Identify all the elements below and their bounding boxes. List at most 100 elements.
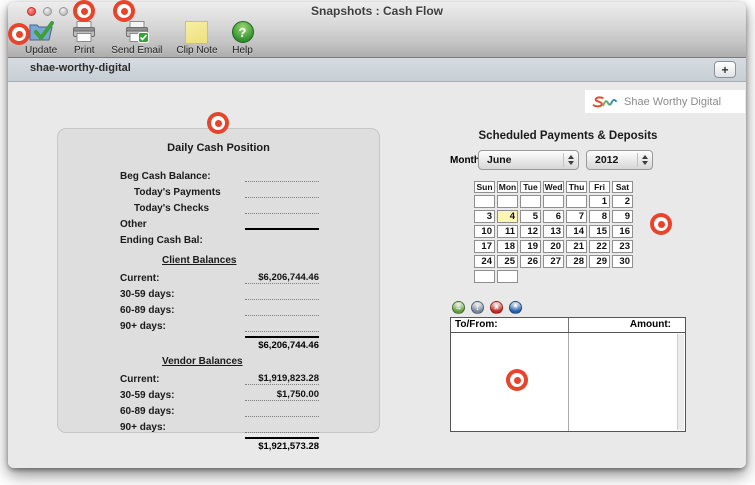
other-label: Other <box>120 219 147 230</box>
day-cell-27[interactable]: 27 <box>543 255 564 268</box>
day-cell-20[interactable]: 20 <box>543 240 564 253</box>
day-cell-25[interactable]: 25 <box>497 255 518 268</box>
clip-note-button[interactable]: Clip Note <box>169 20 224 58</box>
vendor-current-field[interactable]: $1,919,823.28 <box>245 373 319 385</box>
calendar-spacer <box>589 270 610 283</box>
vendor-90plus-field[interactable] <box>245 421 319 433</box>
scrollbar[interactable] <box>677 334 684 430</box>
day-cell-17[interactable]: 17 <box>474 240 495 253</box>
schedule-table-body <box>451 333 685 431</box>
client-90plus-label: 90+ days: <box>120 321 166 332</box>
globe-icon[interactable]: * <box>509 301 522 314</box>
toolbar-button-label: Print <box>74 45 95 56</box>
client-30-59-label: 30-59 days: <box>120 289 174 300</box>
day-cell-26[interactable]: 26 <box>520 255 541 268</box>
ending-cash-bal-label: Ending Cash Bal: <box>120 235 203 246</box>
cash-row: 60-89 days: <box>58 301 379 316</box>
daily-cash-panel: Daily Cash Position Beg Cash Balance: To… <box>57 128 380 433</box>
day-cell-empty[interactable] <box>543 195 564 208</box>
client-balances-total: $6,206,744.46 <box>209 340 319 351</box>
day-cell-22[interactable]: 22 <box>589 240 610 253</box>
scheduled-title: Scheduled Payments & Deposits <box>450 130 686 142</box>
day-cell-18[interactable]: 18 <box>497 240 518 253</box>
day-cell-30[interactable]: 30 <box>612 255 633 268</box>
ending-cash-bal-field[interactable] <box>245 234 319 246</box>
cash-row: Beg Cash Balance: <box>58 167 379 182</box>
day-cell-28[interactable]: 28 <box>566 255 587 268</box>
day-header-sat: Sat <box>612 181 633 193</box>
toolbar-button-label: Help <box>232 45 253 56</box>
day-cell-6[interactable]: 6 <box>543 210 564 223</box>
add-tab-button[interactable]: + <box>714 61 736 78</box>
cash-row: 60-89 days: <box>58 402 379 417</box>
day-cell-9[interactable]: 9 <box>612 210 633 223</box>
amount-list[interactable] <box>569 333 685 431</box>
day-header-thu: Thu <box>566 181 587 193</box>
day-cell-15[interactable]: 15 <box>589 225 610 238</box>
day-cell-13[interactable]: 13 <box>543 225 564 238</box>
year-select[interactable]: 2012 <box>586 150 653 170</box>
beg-cash-balance-field[interactable] <box>245 170 319 182</box>
tab-shae-worthy-digital[interactable]: shae-worthy-digital <box>30 62 131 74</box>
day-header-tue: Tue <box>520 181 541 193</box>
send-email-button[interactable]: Send Email <box>104 20 169 58</box>
click-annotation-marker <box>506 369 528 391</box>
day-cell-empty[interactable] <box>497 270 518 283</box>
info-icon[interactable]: ↓ <box>471 301 484 314</box>
day-cell-empty[interactable] <box>566 195 587 208</box>
tab-bar: shae-worthy-digital + <box>8 58 746 82</box>
day-cell-empty[interactable] <box>497 195 518 208</box>
add-icon[interactable]: → <box>452 301 465 314</box>
todays-checks-field[interactable] <box>245 202 319 214</box>
client-balances-heading: Client Balances <box>162 255 379 266</box>
day-cell-empty[interactable] <box>474 195 495 208</box>
month-select[interactable]: June <box>478 150 579 170</box>
vendor-60-89-field[interactable] <box>245 405 319 417</box>
zoom-button[interactable] <box>59 7 68 16</box>
day-cell-19[interactable]: 19 <box>520 240 541 253</box>
minimize-button[interactable] <box>43 7 52 16</box>
day-cell-10[interactable]: 10 <box>474 225 495 238</box>
client-current-field[interactable]: $6,206,744.46 <box>245 272 319 284</box>
print-button[interactable]: Print <box>64 20 104 58</box>
calendar-spacer <box>612 270 633 283</box>
day-header-sun: Sun <box>474 181 495 193</box>
day-cell-14[interactable]: 14 <box>566 225 587 238</box>
day-cell-24[interactable]: 24 <box>474 255 495 268</box>
delete-icon[interactable]: × <box>490 301 503 314</box>
day-cell-5[interactable]: 5 <box>520 210 541 223</box>
client-90plus-field[interactable] <box>245 320 319 332</box>
client-60-89-field[interactable] <box>245 304 319 316</box>
calendar: SunMonTueWedThuFriSat1234567891011121314… <box>472 179 635 285</box>
day-cell-29[interactable]: 29 <box>589 255 610 268</box>
app-window: Snapshots : Cash Flow UpdatePrintSend Em… <box>8 2 746 468</box>
cash-row: 90+ days: <box>58 317 379 332</box>
day-cell-21[interactable]: 21 <box>566 240 587 253</box>
day-cell-empty[interactable] <box>520 195 541 208</box>
day-cell-2[interactable]: 2 <box>612 195 633 208</box>
day-cell-3[interactable]: 3 <box>474 210 495 223</box>
close-button[interactable] <box>27 7 36 16</box>
day-cell-23[interactable]: 23 <box>612 240 633 253</box>
todays-checks-label: Today's Checks <box>134 203 209 214</box>
help-button[interactable]: ?Help <box>225 20 261 58</box>
schedule-table: To/From: Amount: <box>450 317 686 432</box>
other-field[interactable] <box>245 218 319 230</box>
vendor-30-59-field[interactable]: $1,750.00 <box>245 389 319 401</box>
day-cell-7[interactable]: 7 <box>566 210 587 223</box>
todays-payments-field[interactable] <box>245 186 319 198</box>
cash-row: Other <box>58 215 379 230</box>
calendar-spacer <box>520 270 541 283</box>
day-cell-12[interactable]: 12 <box>520 225 541 238</box>
click-annotation-marker <box>207 112 229 134</box>
client-30-59-field[interactable] <box>245 288 319 300</box>
day-cell-16[interactable]: 16 <box>612 225 633 238</box>
day-cell-4[interactable]: 4 <box>497 210 518 223</box>
day-cell-8[interactable]: 8 <box>589 210 610 223</box>
day-cell-11[interactable]: 11 <box>497 225 518 238</box>
cash-row: 90+ days: <box>58 418 379 433</box>
click-annotation-marker <box>73 0 95 22</box>
day-cell-1[interactable]: 1 <box>589 195 610 208</box>
day-cell-empty[interactable] <box>474 270 495 283</box>
cash-row: Today's Checks <box>58 199 379 214</box>
